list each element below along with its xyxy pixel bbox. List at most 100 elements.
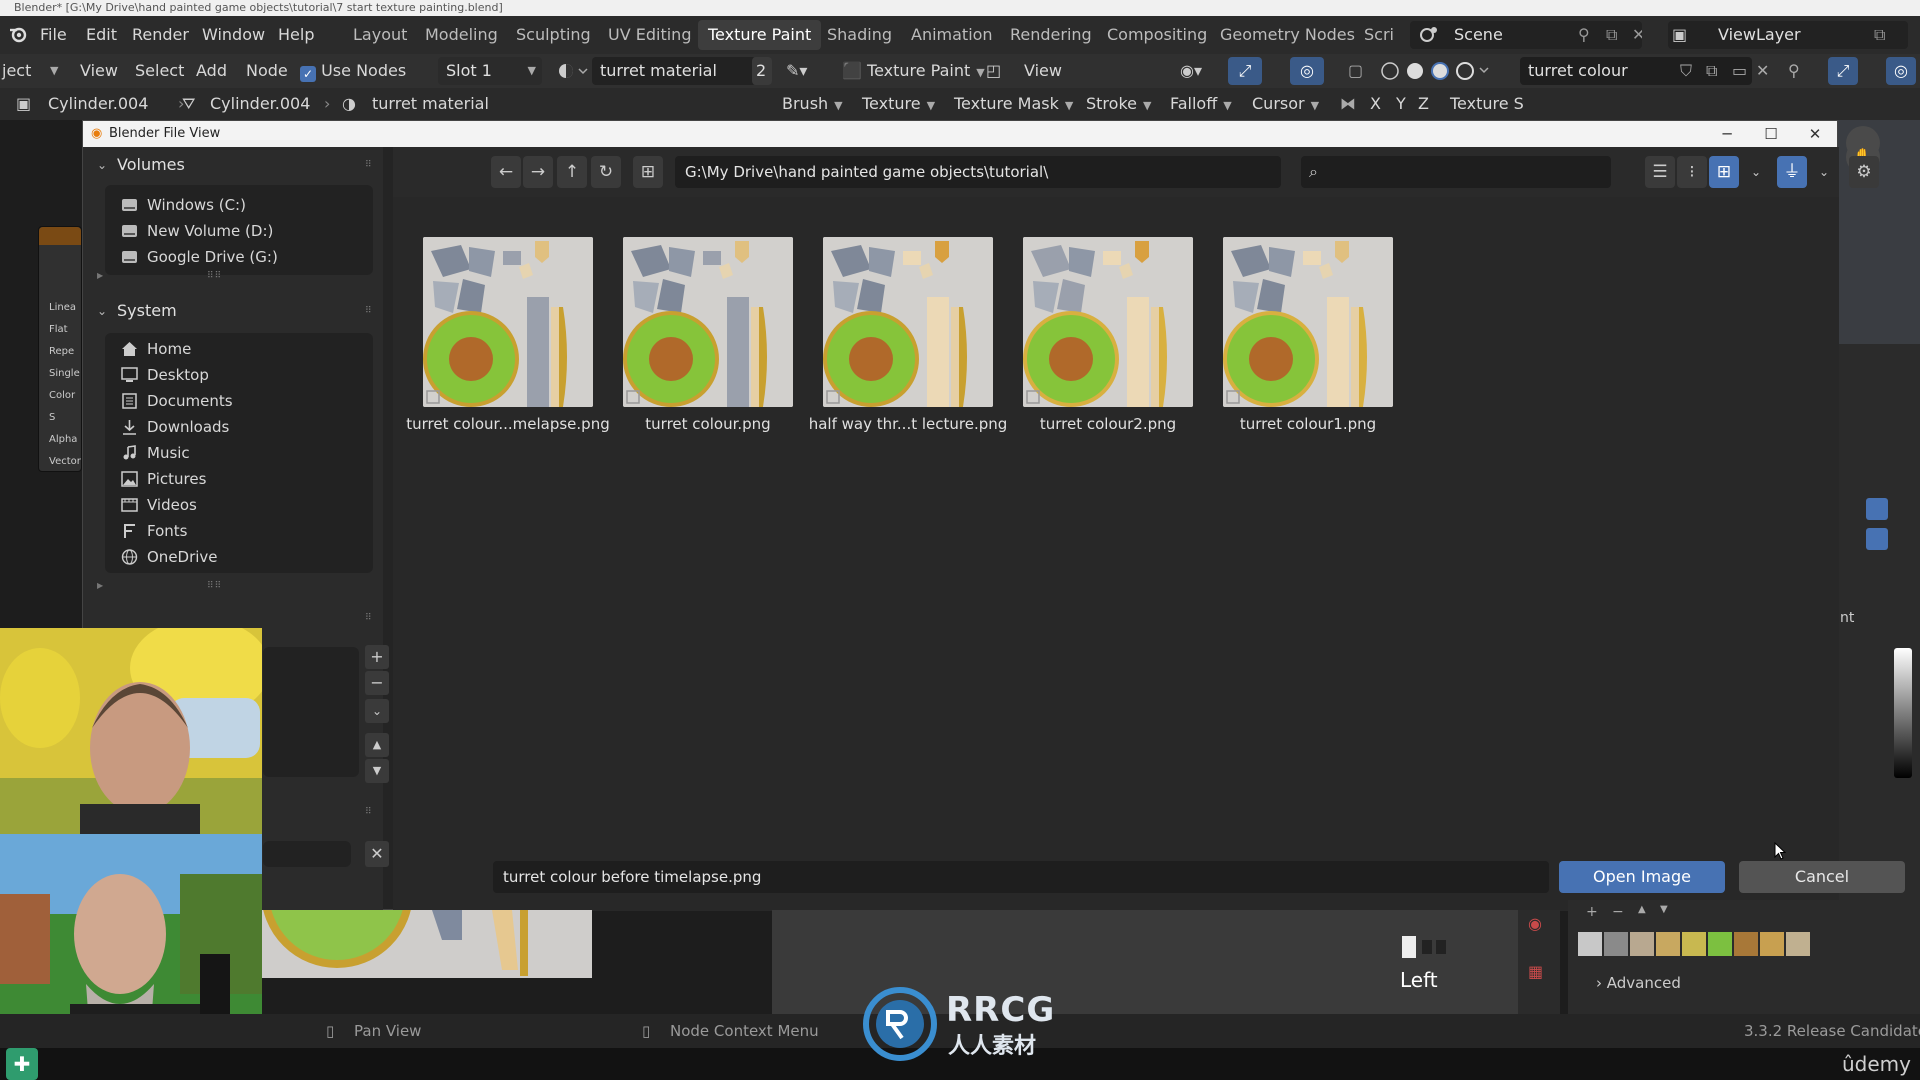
search-input[interactable]: ⌕ xyxy=(1301,156,1611,188)
palette-swatch[interactable] xyxy=(1656,932,1680,956)
palette-swatch[interactable] xyxy=(1630,932,1654,956)
menu-cursor[interactable]: Cursor ▼ xyxy=(1246,91,1325,117)
axis-x-toggle[interactable]: X xyxy=(1370,90,1381,118)
menu-texture[interactable]: Texture ▼ xyxy=(856,91,941,117)
xray-icon[interactable]: ▢ xyxy=(1348,57,1363,85)
cancel-button[interactable]: Cancel xyxy=(1739,861,1905,893)
open-folder-icon[interactable]: ▭ xyxy=(1732,57,1747,85)
close-scene-icon[interactable]: ✕ xyxy=(1632,21,1642,49)
node-menu-select[interactable]: Select xyxy=(135,57,184,85)
app-launcher-icon[interactable]: ✚ xyxy=(6,1048,38,1080)
menu-falloff[interactable]: Falloff ▼ xyxy=(1164,91,1238,117)
viewport-menu-view[interactable]: View xyxy=(1024,57,1062,85)
fake-user-shield-icon[interactable]: ⛉ xyxy=(1680,57,1692,85)
image-name-field[interactable]: turret colour ⛉ ⧉ ▭ xyxy=(1520,57,1752,85)
tab-rendering[interactable]: Rendering xyxy=(1000,20,1102,50)
menu-stroke[interactable]: Stroke ▼ xyxy=(1080,91,1157,117)
palette-add-icon[interactable]: + xyxy=(1586,904,1598,920)
texture-checker-icon[interactable]: ▦ xyxy=(1528,962,1543,981)
value-slider[interactable] xyxy=(1894,648,1912,778)
pin-icon[interactable]: ⚲ xyxy=(1578,21,1590,49)
tab-uv-editing[interactable]: UV Editing xyxy=(598,20,701,50)
gizmo-toggle-icon[interactable]: ⤢ xyxy=(1228,57,1262,85)
thumbnails-icon[interactable]: ⊞ xyxy=(1709,156,1739,188)
drag-handle-icon[interactable]: ⠿ xyxy=(365,149,373,181)
system-panel-header[interactable]: ⌄ System ⠿ xyxy=(83,295,383,327)
expand-arrow-icon[interactable]: ▶ xyxy=(97,581,104,590)
editor-type-icon[interactable]: ✎▾ xyxy=(786,57,807,85)
drag-handle-icon[interactable]: ⠿ xyxy=(365,613,373,623)
move-down-button[interactable]: ▼ xyxy=(365,759,389,783)
menu-file[interactable]: File xyxy=(40,16,67,54)
palette-swatch[interactable] xyxy=(1734,932,1758,956)
material-name-field[interactable]: turret material xyxy=(592,57,756,85)
volumes-panel-header[interactable]: ⌄ Volumes ⠿ xyxy=(83,149,383,181)
new-scene-icon[interactable]: ⧉ xyxy=(1606,21,1617,49)
node-menu-add[interactable]: Add xyxy=(196,57,227,85)
blender-logo-icon[interactable] xyxy=(8,16,28,54)
drag-handle-icon[interactable]: ⠿ xyxy=(365,807,373,817)
paint-toggle-icon[interactable] xyxy=(1866,528,1888,550)
duplicate-image-icon[interactable]: ⧉ xyxy=(1706,57,1717,85)
tab-geometry-nodes[interactable]: Geometry Nodes xyxy=(1210,20,1365,50)
texture-slots-label[interactable]: Texture S xyxy=(1450,90,1524,118)
material-users-count[interactable]: 2 xyxy=(752,57,772,85)
axis-z-toggle[interactable]: Z xyxy=(1418,90,1429,118)
gear-icon[interactable]: ⚙ xyxy=(1849,156,1879,188)
tab-layout[interactable]: Layout xyxy=(343,20,417,50)
material-browse-icon[interactable] xyxy=(555,57,589,85)
tab-compositing[interactable]: Compositing xyxy=(1097,20,1217,50)
tab-sculpting[interactable]: Sculpting xyxy=(506,20,601,50)
maximize-icon[interactable]: ☐ xyxy=(1749,121,1793,147)
palette-swatch[interactable] xyxy=(1708,932,1732,956)
symmetry-toggle-icon[interactable]: ⤢ xyxy=(1828,57,1858,85)
image-texture-node[interactable]: Linea Flat Repe Single Color S Alpha Vec… xyxy=(38,226,82,472)
expand-arrow-icon[interactable]: ▶ xyxy=(97,271,104,280)
refresh-icon[interactable]: ↻ xyxy=(591,156,621,188)
vertical-list-icon[interactable]: ☰ xyxy=(1645,156,1675,188)
palette-swatch[interactable] xyxy=(1786,932,1810,956)
palette-remove-icon[interactable]: − xyxy=(1612,904,1624,920)
node-menu-view[interactable]: View xyxy=(80,57,118,85)
palette-up-icon[interactable]: ▲ xyxy=(1638,904,1646,915)
mode-dropdown[interactable]: ⬛ Texture Paint ▼ xyxy=(836,58,991,84)
viewlayer-selector[interactable]: ▣ ViewLayer ⧉ xyxy=(1668,21,1908,49)
tab-animation[interactable]: Animation xyxy=(901,20,1003,50)
scene-selector[interactable]: Scene ⚲ ⧉ ✕ xyxy=(1410,21,1642,49)
new-folder-icon[interactable]: ⊞ xyxy=(633,156,663,188)
drag-handle-icon[interactable]: ⠿ xyxy=(365,295,373,327)
tab-texture-paint[interactable]: Texture Paint xyxy=(698,20,822,50)
tab-shading[interactable]: Shading xyxy=(817,20,902,50)
add-bookmark-button[interactable]: + xyxy=(365,645,389,669)
unlink-image-icon[interactable]: ✕ xyxy=(1756,57,1769,85)
menu-brush[interactable]: Brush ▼ xyxy=(776,91,849,117)
use-nodes-checkbox[interactable]: ✓ Use Nodes xyxy=(300,57,406,85)
minimize-icon[interactable]: ─ xyxy=(1705,121,1749,147)
back-arrow-icon[interactable]: ← xyxy=(491,156,521,188)
menu-texture-mask[interactable]: Texture Mask ▼ xyxy=(948,91,1079,117)
visibility-icon[interactable]: ◉▾ xyxy=(1180,57,1202,85)
mask-toggle-icon[interactable]: ◰ xyxy=(986,57,1001,85)
clear-recent-button[interactable]: ✕ xyxy=(365,841,389,867)
palette-swatch[interactable] xyxy=(1682,932,1706,956)
palette-down-icon[interactable]: ▼ xyxy=(1660,904,1668,915)
palette-swatch[interactable] xyxy=(1760,932,1784,956)
display-settings-dropdown[interactable]: ⌄ xyxy=(1741,156,1771,188)
node-menu-node[interactable]: Node xyxy=(246,57,288,85)
palette-swatch[interactable] xyxy=(1578,932,1602,956)
object-menu[interactable]: ject xyxy=(2,57,31,85)
filter-settings-dropdown[interactable]: ⌄ xyxy=(1809,156,1839,188)
menu-window[interactable]: Window xyxy=(202,16,265,54)
material-slot-icon[interactable]: ◉ xyxy=(1528,914,1542,933)
menu-edit[interactable]: Edit xyxy=(86,16,117,54)
tab-modeling[interactable]: Modeling xyxy=(415,20,508,50)
palette-swatch[interactable] xyxy=(1604,932,1628,956)
close-icon[interactable]: ✕ xyxy=(1793,121,1837,147)
remove-bookmark-button[interactable]: − xyxy=(365,671,389,695)
forward-arrow-icon[interactable]: → xyxy=(523,156,553,188)
overlay-icon[interactable]: ◎ xyxy=(1886,57,1916,85)
move-up-button[interactable]: ▲ xyxy=(365,733,389,757)
directory-path-field[interactable]: G:\My Drive\hand painted game objects\tu… xyxy=(675,156,1281,188)
tab-scripting[interactable]: Scri xyxy=(1354,20,1404,50)
filter-icon[interactable]: ⏚ xyxy=(1777,156,1807,188)
